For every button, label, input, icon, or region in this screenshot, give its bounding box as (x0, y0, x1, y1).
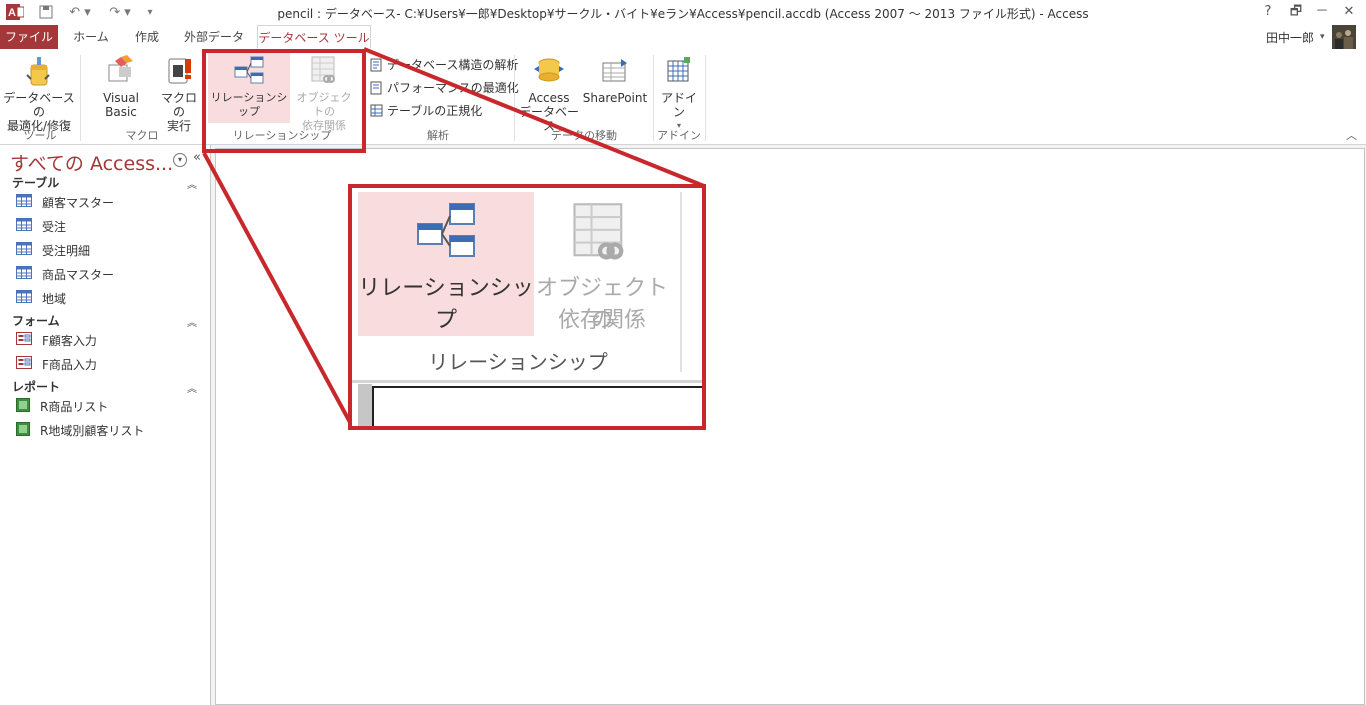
highlight-box-ribbon (202, 49, 366, 153)
highlight-box-zoom (348, 184, 706, 430)
